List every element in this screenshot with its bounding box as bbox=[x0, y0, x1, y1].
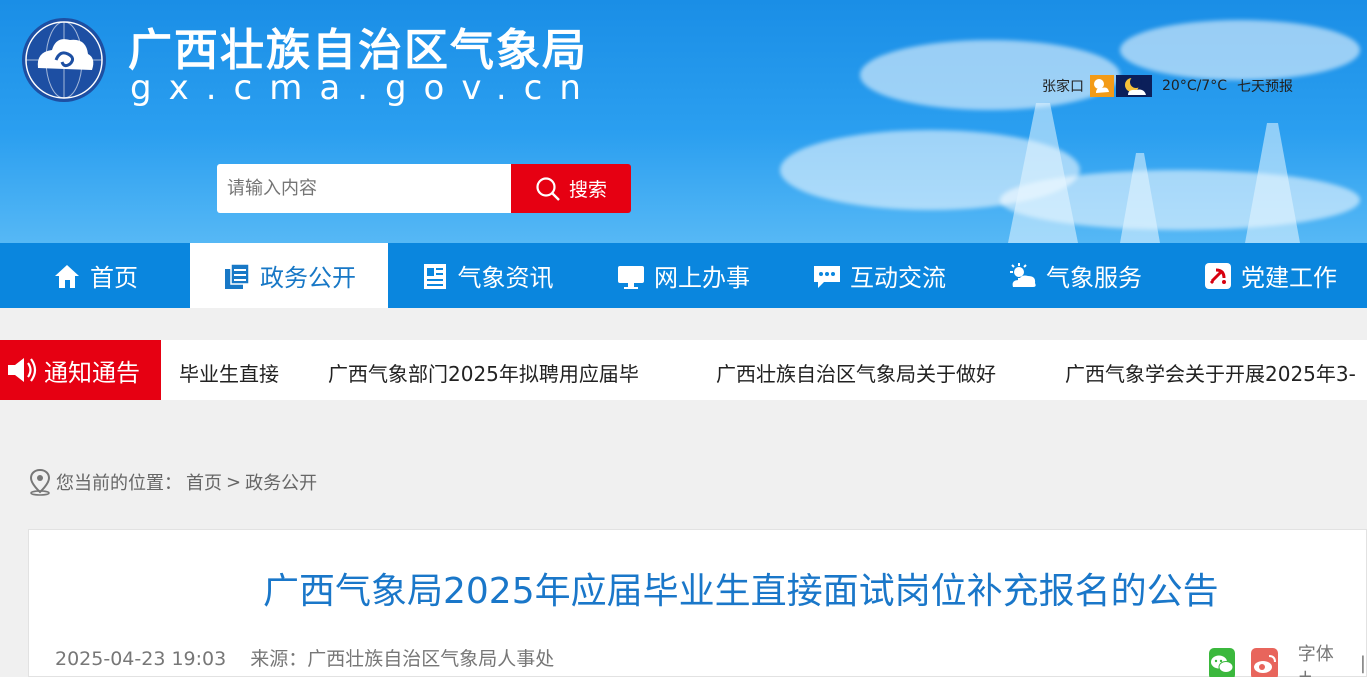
monitor-icon bbox=[618, 265, 644, 289]
nav-item-label: 首页 bbox=[90, 264, 138, 292]
location-pin-icon bbox=[29, 468, 51, 496]
nav-item-label: 气象资讯 bbox=[457, 264, 554, 292]
notice-bar: 通知通告 毕业生直接 广西气象部门2025年拟聘用应届毕 广西壮族自治区气象局关… bbox=[0, 340, 1367, 400]
nav-item-label: 互动交流 bbox=[850, 264, 946, 292]
weather-temp: 20°C/7°C bbox=[1162, 78, 1227, 94]
main-nav: 首页 政务公开 气象资讯 网上办事 互动交流 气象服务 党建工作 bbox=[0, 243, 1367, 308]
notice-item[interactable]: 广西壮族自治区气象局关于做好 bbox=[716, 358, 996, 387]
article-panel: 广西气象局2025年应届毕业生直接面试岗位补充报名的公告 2025-04-23 … bbox=[28, 529, 1367, 677]
moon-cloud-icon bbox=[1116, 75, 1152, 97]
wechat-share-icon[interactable] bbox=[1209, 647, 1236, 677]
nav-item-party-building[interactable]: 党建工作 bbox=[1173, 243, 1367, 308]
font-size-increase[interactable]: 字体+ bbox=[1298, 640, 1340, 677]
nav-item-government-affairs[interactable]: 政务公开 bbox=[190, 243, 388, 308]
article-title: 广西气象局2025年应届毕业生直接面试岗位补充报名的公告 bbox=[263, 571, 1219, 612]
sun-cloud-icon bbox=[1090, 75, 1114, 97]
newspaper-icon bbox=[423, 263, 446, 289]
document-icon bbox=[225, 262, 250, 289]
notice-label-text: 通知通告 bbox=[44, 358, 140, 387]
breadcrumb: 您当前的位置： 首页 > 政务公开 bbox=[28, 468, 317, 496]
breadcrumb-current[interactable]: 政务公开 bbox=[245, 469, 317, 495]
nav-item-label: 政务公开 bbox=[260, 264, 356, 292]
home-icon bbox=[55, 264, 79, 288]
notice-marquee: 毕业生直接 广西气象部门2025年拟聘用应届毕 广西壮族自治区气象局关于做好 广… bbox=[161, 340, 1367, 400]
breadcrumb-home[interactable]: 首页 bbox=[186, 469, 222, 495]
nav-item-weather-services[interactable]: 气象服务 bbox=[977, 243, 1173, 308]
notice-item[interactable]: 毕业生直接 bbox=[179, 358, 279, 387]
breadcrumb-separator: > bbox=[226, 471, 242, 493]
nav-item-online-services[interactable]: 网上办事 bbox=[585, 243, 781, 308]
search-button-label: 搜索 bbox=[568, 179, 607, 201]
font-separator: | bbox=[1359, 653, 1366, 674]
weather-city[interactable]: 张家口 bbox=[1042, 76, 1084, 96]
chat-icon bbox=[814, 265, 840, 288]
weather-widget: 张家口 20°C/7°C 七天预报 bbox=[1042, 74, 1293, 98]
notice-item[interactable]: 广西气象学会关于开展2025年3- bbox=[1065, 358, 1356, 387]
article-date: 2025-04-23 19:03 bbox=[55, 648, 227, 670]
nav-item-home[interactable]: 首页 bbox=[0, 243, 190, 308]
search-bar: 搜索 bbox=[217, 164, 631, 213]
seven-day-forecast-link[interactable]: 七天预报 bbox=[1237, 76, 1293, 96]
cloud-decoration bbox=[1120, 20, 1360, 80]
nav-item-label: 网上办事 bbox=[654, 264, 750, 292]
cma-logo-icon[interactable] bbox=[20, 16, 108, 104]
weather-icon bbox=[1010, 262, 1036, 287]
site-header: 广西壮族自治区气象局 gx.cma.gov.cn 张家口 20°C/7°C 七天… bbox=[0, 0, 1367, 243]
search-button[interactable]: 搜索 bbox=[511, 164, 631, 213]
site-url: gx.cma.gov.cn bbox=[130, 68, 598, 108]
article-meta: 2025-04-23 19:03 来源：广西壮族自治区气象局人事处 bbox=[55, 644, 554, 671]
nav-item-weather-news[interactable]: 气象资讯 bbox=[388, 243, 585, 308]
notice-item[interactable]: 广西气象部门2025年拟聘用应届毕 bbox=[328, 358, 639, 387]
search-input[interactable] bbox=[217, 164, 511, 213]
speaker-icon bbox=[8, 358, 37, 382]
nav-item-label: 气象服务 bbox=[1046, 264, 1142, 292]
breadcrumb-prefix: 您当前的位置： bbox=[56, 473, 182, 494]
search-icon bbox=[536, 176, 560, 201]
notice-label: 通知通告 bbox=[0, 340, 161, 400]
weibo-share-icon[interactable] bbox=[1251, 647, 1278, 677]
nav-item-label: 党建工作 bbox=[1241, 264, 1337, 292]
party-icon bbox=[1205, 262, 1231, 289]
article-source: 来源：广西壮族自治区气象局人事处 bbox=[250, 648, 555, 670]
nav-item-interaction[interactable]: 互动交流 bbox=[781, 243, 977, 308]
share-tools: 字体+ | bbox=[1209, 640, 1366, 677]
